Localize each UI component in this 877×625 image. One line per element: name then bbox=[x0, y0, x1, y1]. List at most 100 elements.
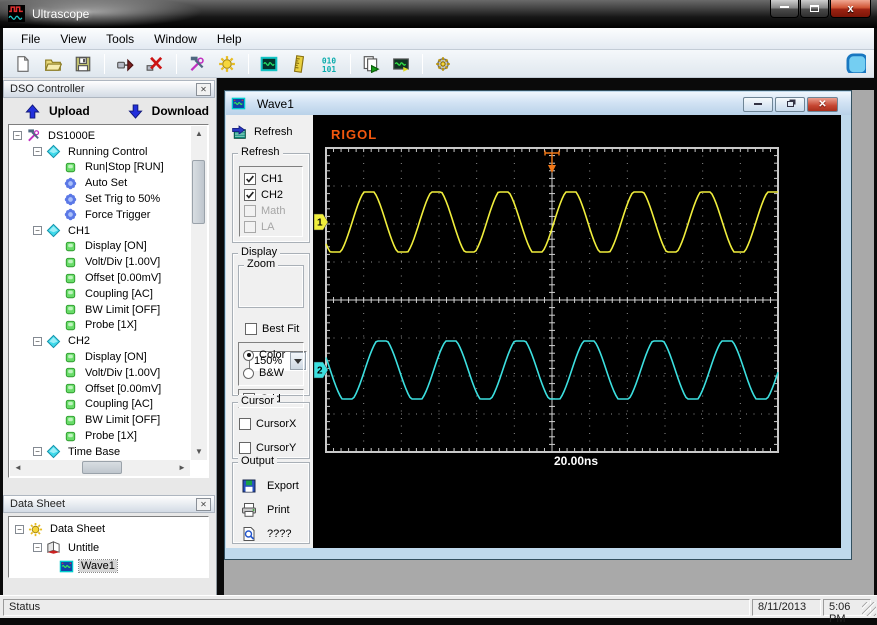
menu-tools[interactable]: Tools bbox=[96, 29, 144, 49]
tree-toggle-icon[interactable]: − bbox=[33, 543, 42, 553]
scroll-down-icon[interactable]: ▼ bbox=[191, 444, 207, 460]
save-icon[interactable] bbox=[71, 52, 95, 76]
wave1-minimize-button[interactable] bbox=[743, 97, 773, 112]
tree-item-display-on[interactable]: Display [ON] bbox=[11, 239, 191, 255]
checkbox-icon[interactable] bbox=[239, 418, 251, 430]
tree-toggle-icon[interactable]: − bbox=[33, 226, 42, 236]
oscilloscope-icon[interactable] bbox=[257, 52, 281, 76]
minimize-button[interactable] bbox=[770, 0, 799, 18]
tree-item-time-base[interactable]: − Time Base bbox=[11, 444, 191, 460]
ch2-checkbox[interactable]: CH2 bbox=[240, 187, 302, 203]
tree-toggle-icon[interactable]: − bbox=[13, 131, 22, 141]
tree-item-running-control[interactable]: − Running Control bbox=[11, 144, 191, 160]
panel-blue-icon[interactable] bbox=[846, 53, 868, 76]
tree-item-bw-limit-off[interactable]: BW Limit [OFF] bbox=[11, 302, 191, 318]
radio-icon[interactable] bbox=[243, 349, 254, 361]
binary-icon[interactable]: 010 101 bbox=[317, 52, 341, 76]
checkbox-icon[interactable] bbox=[245, 323, 257, 335]
tree-item-wave1[interactable]: Wave1 bbox=[11, 557, 206, 576]
close-button[interactable]: x bbox=[830, 0, 871, 18]
tree-item-set-trig-to-50[interactable]: Set Trig to 50% bbox=[11, 191, 191, 207]
dso-tree-vscrollbar[interactable]: ▲ ▼ bbox=[191, 126, 207, 460]
tree-item-volt-div-1-00v[interactable]: Volt/Div [1.00V] bbox=[11, 254, 191, 270]
download-button[interactable]: Download bbox=[128, 103, 209, 119]
tree-item-ds1000e[interactable]: − DS1000E bbox=[11, 128, 191, 144]
data-sheet-close-icon[interactable]: ✕ bbox=[196, 498, 211, 511]
preview-button[interactable]: ???? bbox=[241, 523, 307, 545]
scroll-left-icon[interactable]: ◄ bbox=[10, 460, 26, 476]
zoom-group: Zoom bbox=[238, 258, 304, 308]
printer-icon bbox=[241, 502, 257, 518]
wave1-restore-button[interactable] bbox=[775, 97, 805, 112]
wave1-title: Wave1 bbox=[257, 96, 294, 111]
checkbox-icon[interactable] bbox=[244, 205, 256, 217]
tree-item-auto-set[interactable]: Auto Set bbox=[11, 175, 191, 191]
best-fit-checkbox[interactable]: Best Fit bbox=[241, 321, 309, 337]
refresh-button[interactable]: Refresh bbox=[231, 119, 309, 145]
export-button[interactable]: Export bbox=[241, 475, 307, 497]
green-led-icon bbox=[63, 286, 79, 302]
svg-text:101: 101 bbox=[322, 64, 336, 72]
menu-file[interactable]: File bbox=[11, 29, 50, 49]
tree-item-probe-1x[interactable]: Probe [1X] bbox=[11, 428, 191, 444]
scroll-up-icon[interactable]: ▲ bbox=[191, 126, 207, 142]
wave1-titlebar[interactable]: Wave1 ✕ bbox=[226, 92, 851, 115]
data-sheet-tree: − Data Sheet − Untitle Wave1 bbox=[8, 516, 209, 578]
system-config-icon[interactable] bbox=[431, 52, 455, 76]
tree-item-bw-limit-off[interactable]: BW Limit [OFF] bbox=[11, 412, 191, 428]
tree-toggle-icon[interactable]: − bbox=[33, 336, 42, 346]
tools-icon[interactable] bbox=[185, 52, 209, 76]
resize-grip[interactable] bbox=[862, 602, 876, 616]
tree-toggle-icon[interactable]: − bbox=[15, 524, 24, 534]
settings-icon[interactable] bbox=[215, 52, 239, 76]
connect-icon[interactable] bbox=[113, 52, 137, 76]
b-w-radio[interactable]: B&W bbox=[239, 364, 303, 382]
open-folder-icon[interactable] bbox=[41, 52, 65, 76]
checkbox-icon[interactable] bbox=[239, 442, 251, 454]
measure-icon[interactable] bbox=[287, 52, 311, 76]
disconnect-icon[interactable] bbox=[143, 52, 167, 76]
tree-item-run-stop-run[interactable]: Run|Stop [RUN] bbox=[11, 160, 191, 176]
tree-item-volt-div-1-00v[interactable]: Volt/Div [1.00V] bbox=[11, 365, 191, 381]
menu-view[interactable]: View bbox=[50, 29, 96, 49]
tree-item-coupling-ac[interactable]: Coupling [AC] bbox=[11, 286, 191, 302]
tree-item-data-sheet[interactable]: − Data Sheet bbox=[11, 520, 206, 539]
upload-button[interactable]: Upload bbox=[25, 103, 90, 119]
menu-window[interactable]: Window bbox=[144, 29, 207, 49]
tree-item-display-on[interactable]: Display [ON] bbox=[11, 349, 191, 365]
dso-tree-hscrollbar[interactable]: ◄ ► bbox=[10, 460, 190, 476]
menu-help[interactable]: Help bbox=[207, 29, 252, 49]
tree-item-offset-0-00mv[interactable]: Offset [0.00mV] bbox=[11, 270, 191, 286]
tree-toggle-icon[interactable]: − bbox=[33, 447, 42, 457]
scroll-right-icon[interactable]: ► bbox=[174, 460, 190, 476]
color-radio[interactable]: Color bbox=[239, 346, 303, 364]
print-button[interactable]: Print bbox=[241, 499, 307, 521]
tree-item-untitle[interactable]: − Untitle bbox=[11, 539, 206, 558]
tree-toggle-icon[interactable]: − bbox=[33, 147, 42, 157]
dso-panel-close-icon[interactable]: ✕ bbox=[196, 83, 211, 96]
tree-item-ch1[interactable]: − CH1 bbox=[11, 223, 191, 239]
wave1-close-button[interactable]: ✕ bbox=[807, 97, 838, 112]
math-checkbox[interactable]: Math bbox=[240, 203, 302, 219]
diamond-icon bbox=[46, 444, 62, 460]
maximize-button[interactable] bbox=[800, 0, 829, 18]
checkbox-icon[interactable] bbox=[244, 221, 256, 233]
new-file-icon[interactable] bbox=[11, 52, 35, 76]
la-checkbox[interactable]: LA bbox=[240, 219, 302, 235]
tree-item-ch2[interactable]: − CH2 bbox=[11, 333, 191, 349]
book-icon bbox=[46, 540, 62, 556]
cursorx-checkbox[interactable]: CursorX bbox=[235, 412, 307, 436]
ch1-checkbox[interactable]: CH1 bbox=[240, 171, 302, 187]
waveform-capture-icon[interactable] bbox=[389, 52, 413, 76]
radio-icon[interactable] bbox=[243, 367, 254, 379]
tree-item-offset-0-00mv[interactable]: Offset [0.00mV] bbox=[11, 381, 191, 397]
checkbox-icon[interactable] bbox=[244, 189, 256, 201]
tree-item-force-trigger[interactable]: Force Trigger bbox=[11, 207, 191, 223]
app-logo-icon bbox=[8, 5, 25, 22]
copy-icon[interactable] bbox=[359, 52, 383, 76]
timebase-readout: 20.00ns bbox=[554, 454, 599, 468]
checkbox-icon[interactable] bbox=[244, 173, 256, 185]
tree-item-coupling-ac[interactable]: Coupling [AC] bbox=[11, 397, 191, 413]
trigger-marker-icon bbox=[544, 150, 560, 173]
tree-item-probe-1x[interactable]: Probe [1X] bbox=[11, 318, 191, 334]
